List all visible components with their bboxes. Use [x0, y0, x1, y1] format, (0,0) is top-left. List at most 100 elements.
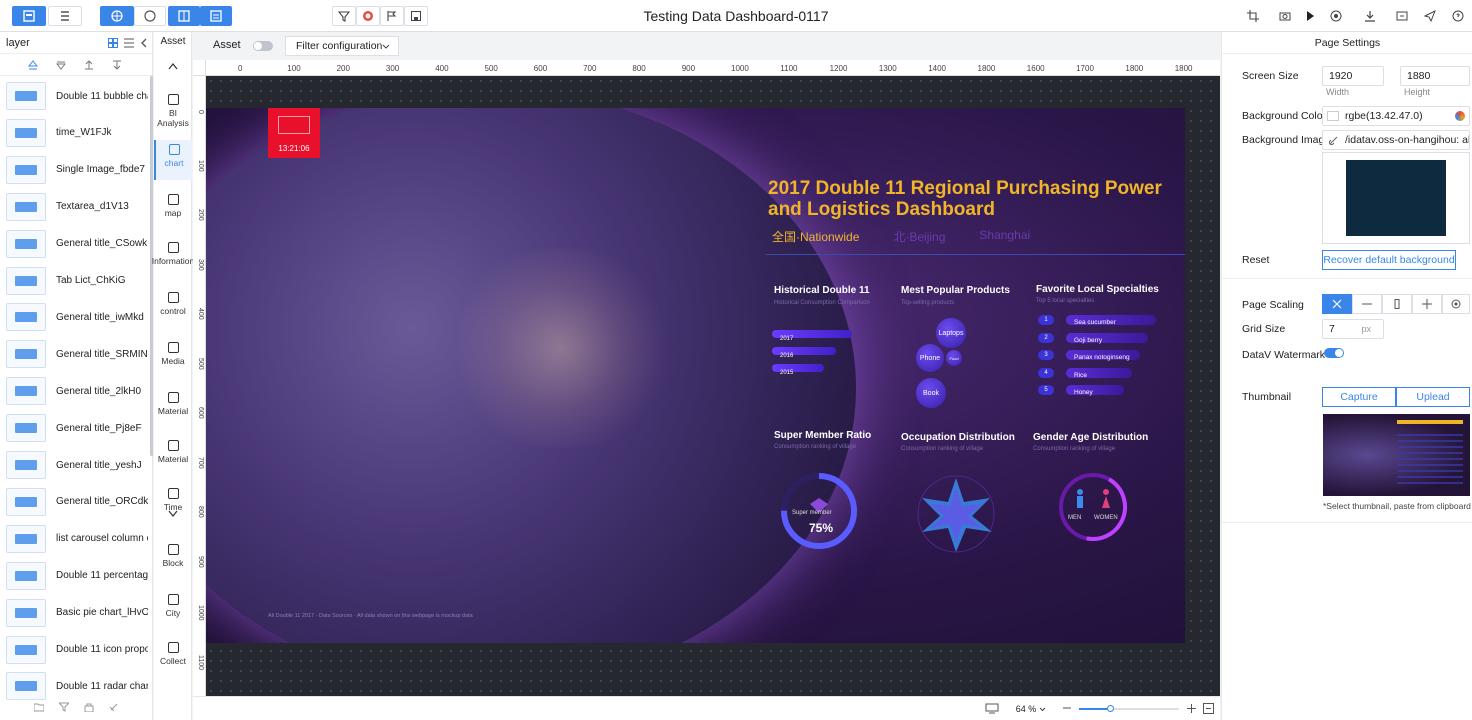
- zoom-slider[interactable]: [1079, 705, 1179, 712]
- screen-width-input[interactable]: 1920: [1322, 66, 1384, 86]
- list-view-icon[interactable]: [124, 38, 134, 48]
- grid-view-icon[interactable]: [108, 38, 118, 48]
- palette-button[interactable]: [356, 6, 380, 26]
- minus-icon: [1362, 303, 1372, 305]
- grid-size-input[interactable]: 7 px: [1322, 319, 1384, 339]
- scale-fit-button[interactable]: [1322, 294, 1352, 314]
- bg-image-input[interactable]: /idatav.oss-on-hangihou: allyr: [1322, 130, 1470, 150]
- crop-button[interactable]: [1241, 6, 1265, 26]
- ruler-tick-label: 1400: [928, 64, 946, 73]
- asset-item[interactable]: chart: [154, 140, 192, 180]
- scale-height-button[interactable]: [1382, 294, 1412, 314]
- layer-item[interactable]: General title_SRMIN: [0, 336, 150, 372]
- ruler-tick-label: 500: [197, 357, 204, 370]
- save-button[interactable]: [404, 6, 428, 26]
- filter-button[interactable]: [332, 6, 356, 26]
- chevron-up-icon[interactable]: [168, 62, 178, 70]
- publish-button[interactable]: [1324, 6, 1348, 26]
- asset-item[interactable]: Collect: [154, 638, 192, 678]
- screen-height-input[interactable]: 1880: [1400, 66, 1470, 86]
- dashboard-screen[interactable]: 13:21:06 2017 Double 11 Regional Purchas…: [206, 108, 1185, 643]
- tab-shanghai[interactable]: Shanghai: [979, 228, 1030, 245]
- flag-button[interactable]: [380, 6, 404, 26]
- settings-toggle-button[interactable]: [200, 6, 232, 26]
- layer-item[interactable]: General title_2lkH0: [0, 373, 150, 409]
- asset-item[interactable]: Material: [154, 436, 192, 476]
- asset-item[interactable]: Media: [154, 338, 192, 378]
- color-picker-icon[interactable]: [1455, 111, 1465, 121]
- recover-default-button[interactable]: Recover default background: [1322, 250, 1456, 270]
- scale-full-button[interactable]: [1412, 294, 1442, 314]
- component-list-button[interactable]: [48, 6, 82, 26]
- tab-beijing[interactable]: 北·Beijing: [893, 228, 945, 245]
- preview-button[interactable]: [1298, 6, 1322, 26]
- layer-item[interactable]: Textarea_d1V13: [0, 189, 150, 225]
- tab-nationwide[interactable]: 全国·Nationwide: [772, 228, 859, 245]
- chevron-down-icon[interactable]: [168, 510, 178, 518]
- scale-width-button[interactable]: [1352, 294, 1382, 314]
- layer-item[interactable]: Single Image_fbde7: [0, 152, 150, 188]
- collapse-icon[interactable]: [140, 38, 148, 48]
- layer-label: Tab Lict_ChKiG: [56, 275, 126, 286]
- move-up-icon[interactable]: [28, 59, 38, 70]
- asset-item[interactable]: Time: [154, 484, 192, 524]
- specialty-name: Rice: [1074, 371, 1088, 379]
- download-button[interactable]: [1358, 6, 1382, 26]
- layer-item[interactable]: General title_Pj8eF: [0, 410, 150, 446]
- layer-item[interactable]: Double 11 bubble chart: [0, 78, 150, 114]
- snapshot-button[interactable]: [1273, 6, 1297, 26]
- bg-image-preview[interactable]: [1322, 152, 1470, 244]
- bg-color-input[interactable]: rgbe(13.42.47.0): [1322, 106, 1470, 126]
- asset-label: Block: [162, 558, 184, 568]
- layer-scrollbar[interactable]: [150, 76, 153, 456]
- asset-item[interactable]: Information: [152, 238, 194, 278]
- zoom-in-icon[interactable]: [1187, 704, 1196, 713]
- asset-item[interactable]: BI Analysis: [154, 90, 192, 130]
- export-button[interactable]: [1390, 6, 1414, 26]
- layer-item[interactable]: General title_iwMkd: [0, 299, 150, 335]
- upload-button[interactable]: Uplead: [1396, 387, 1470, 407]
- layer-item[interactable]: Double 11 icon proport...: [0, 632, 150, 668]
- panel-toggle-button[interactable]: [168, 6, 200, 26]
- send-icon: [1424, 10, 1436, 22]
- settings-panel-icon: [210, 10, 222, 22]
- fit-screen-icon[interactable]: [1203, 703, 1214, 714]
- layer-item[interactable]: Tab Lict_ChKiG: [0, 263, 150, 299]
- asset-item[interactable]: control: [154, 288, 192, 328]
- plugin-button[interactable]: [134, 6, 166, 26]
- layer-item[interactable]: General title_ORCdk: [0, 484, 150, 520]
- thumbnail-preview[interactable]: [1323, 414, 1470, 496]
- folder-icon[interactable]: [34, 702, 44, 712]
- asset-item[interactable]: City: [154, 590, 192, 630]
- layer-toggle-button[interactable]: [12, 6, 46, 26]
- canvas-toolbar: Asset Filter configuration: [193, 32, 1220, 60]
- watermark-toggle[interactable]: [1324, 348, 1344, 358]
- scale-none-button[interactable]: [1442, 294, 1470, 314]
- layer-item[interactable]: Basic pie chart_lHvO6: [0, 595, 150, 631]
- share-button[interactable]: [1418, 6, 1442, 26]
- layer-item[interactable]: General title_CSowk: [0, 226, 150, 262]
- zoom-select[interactable]: 64 %: [1011, 700, 1051, 718]
- capture-button[interactable]: Capture: [1322, 387, 1396, 407]
- layer-item[interactable]: Double 11 percentage ...: [0, 558, 150, 594]
- layer-item[interactable]: time_W1FJk: [0, 115, 150, 151]
- monitor-icon[interactable]: [985, 703, 999, 714]
- asset-item[interactable]: Block: [154, 540, 192, 580]
- asset-toggle[interactable]: [253, 41, 273, 51]
- zoom-slider-handle[interactable]: [1107, 705, 1114, 712]
- filter-config-select[interactable]: Filter configuration: [285, 36, 399, 56]
- layer-item[interactable]: list carousel column ch...: [0, 521, 150, 557]
- unlink-icon[interactable]: [109, 702, 119, 712]
- smile-icon: [144, 10, 156, 22]
- help-button[interactable]: [1446, 6, 1470, 26]
- asset-item[interactable]: map: [154, 190, 192, 230]
- top-icon[interactable]: [84, 59, 94, 70]
- layer-item[interactable]: General title_yeshJ: [0, 447, 150, 483]
- zoom-out-icon[interactable]: [1063, 707, 1071, 709]
- asset-toggle-button[interactable]: [100, 6, 134, 26]
- bottom-icon[interactable]: [112, 60, 122, 70]
- lock-icon[interactable]: [84, 702, 94, 712]
- move-down-icon[interactable]: [56, 60, 66, 70]
- asset-item[interactable]: Material: [154, 388, 192, 428]
- funnel-icon[interactable]: [59, 702, 69, 712]
